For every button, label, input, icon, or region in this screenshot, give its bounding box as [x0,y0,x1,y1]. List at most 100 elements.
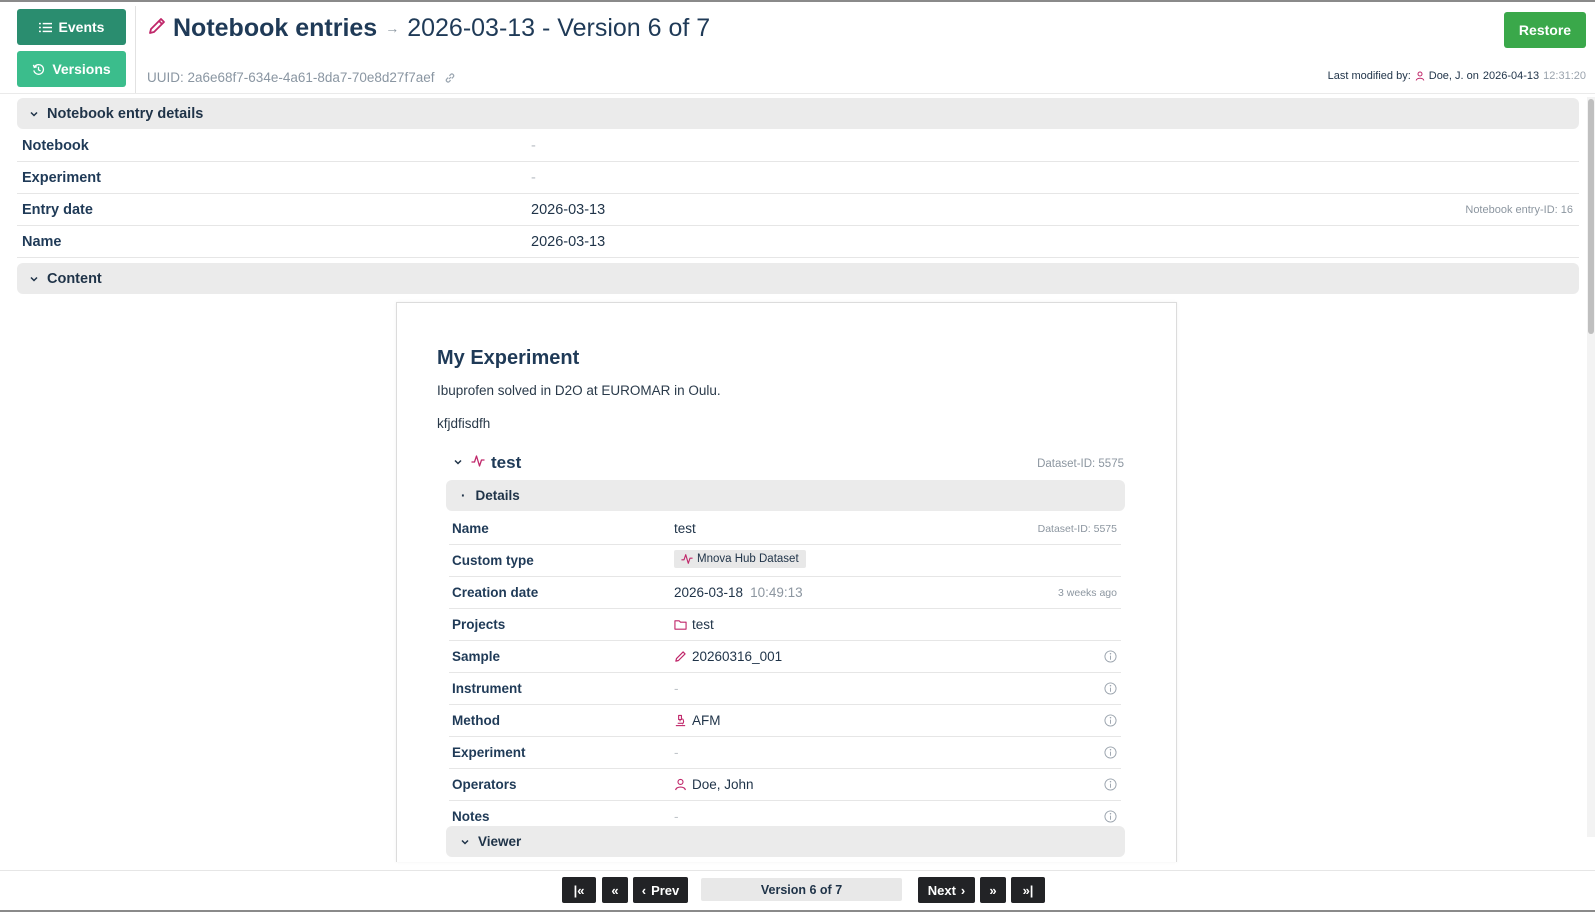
events-button[interactable]: Events [17,9,126,45]
dataset-row-value: 2026-03-18 10:49:13 [674,585,803,600]
detail-value: - [531,138,536,154]
breadcrumb-arrow-icon: → [385,20,400,36]
pencil-icon [147,16,167,41]
content-heading: My Experiment [437,347,580,369]
operator-link[interactable]: Doe, John [692,777,754,792]
creation-time: 10:49:13 [750,585,803,600]
dataset-row-custom-type: Custom type Mnova Hub Dataset [449,545,1121,577]
versions-button[interactable]: Versions [17,51,126,87]
details-section-title: Notebook entry details [47,105,204,122]
last-page-button[interactable]: »| [1011,877,1045,903]
info-icon[interactable] [1104,682,1117,695]
forward-button[interactable]: » [980,877,1006,903]
dataset-row-method: Method AFM [449,705,1121,737]
dataset-row-value: - [674,809,679,824]
double-chevron-right-icon: » [989,882,997,898]
detail-row-experiment: Experiment - [17,162,1579,194]
module-link[interactable]: Notebook entries [173,14,377,43]
dataset-pulse-icon [471,454,485,473]
content-paragraph: Ibuprofen solved in D2O at EUROMAR in Ou… [437,383,721,398]
dataset-row-key: Custom type [452,553,534,568]
dataset-row-aside: Dataset-ID: 5575 [1037,523,1117,535]
dataset-row-projects: Projects test [449,609,1121,641]
back-button[interactable]: « [602,877,628,903]
dataset-row-value[interactable]: test [674,617,714,632]
dataset-details-header[interactable]: · Details [446,480,1125,511]
custom-type-label: Mnova Hub Dataset [697,553,799,565]
detail-key: Notebook [22,138,89,154]
content-section-title: Content [47,270,102,287]
header-separator [0,93,1595,94]
dataset-header[interactable]: test [453,453,521,473]
scrollbar-thumb[interactable] [1588,99,1594,334]
dataset-row-key: Instrument [452,681,522,696]
header-divider [135,6,136,94]
last-modified-user[interactable]: Doe, J. on [1429,70,1479,82]
dataset-details-title: Details [475,488,520,503]
dataset-row-value: Mnova Hub Dataset [674,550,806,568]
dataset-row-operators: Operators Doe, John [449,769,1121,801]
record-title: 2026-03-13 - Version 6 of 7 [407,13,711,42]
link-icon[interactable] [444,72,456,84]
dataset-row-key: Experiment [452,745,526,760]
last-page-icon: »| [1022,882,1034,898]
content-card: My Experiment Ibuprofen solved in D2O at… [396,302,1177,862]
info-icon[interactable] [1104,650,1117,663]
page-title: Notebook entries → 2026-03-13 - Version … [147,12,710,44]
dataset-row-instrument: Instrument - [449,673,1121,705]
dataset-name[interactable]: test [491,453,521,473]
dataset-pulse-icon [681,554,693,564]
detail-key: Experiment [22,170,101,186]
dataset-row-key: Operators [452,777,517,792]
dataset-row-sample: Sample 20260316_001 [449,641,1121,673]
creation-date: 2026-03-18 [674,585,744,600]
details-section-header[interactable]: Notebook entry details [17,98,1579,129]
next-button[interactable]: Next › [918,877,975,903]
content-section-header[interactable]: Content [17,263,1579,294]
chevron-down-icon [461,839,469,845]
method-link[interactable]: AFM [692,713,721,728]
dataset-row-key: Sample [452,649,501,664]
prev-button[interactable]: ‹ Prev [633,877,688,903]
dataset-row-value[interactable]: Doe, John [674,777,754,792]
page-scrollbar[interactable] [1587,97,1595,837]
info-icon[interactable] [1104,746,1117,759]
detail-value: 2026-03-13 [531,202,606,218]
detail-key: Name [22,234,62,250]
info-icon[interactable] [1104,778,1117,791]
detail-key: Entry date [22,202,93,218]
project-link[interactable]: test [692,617,714,632]
dataset-row-key: Notes [452,809,490,824]
dataset-row-key: Projects [452,617,506,632]
restore-button[interactable]: Restore [1504,12,1586,48]
last-modified-time: 12:31:20 [1543,70,1586,82]
first-page-button[interactable]: |« [562,877,596,903]
content-paragraph: kfjdfisdfh [437,416,491,431]
chevron-left-icon: ‹ [641,882,647,898]
viewer-section-header[interactable]: Viewer [446,826,1125,857]
dataset-id: Dataset-ID: 5575 [1037,458,1124,470]
last-modified-prefix: Last modified by: [1327,70,1411,82]
folder-icon [674,620,687,630]
double-chevron-left-icon: « [611,882,619,898]
sample-link[interactable]: 20260316_001 [692,649,782,664]
version-indicator: Version 6 of 7 [701,878,902,901]
chevron-down-icon [30,276,38,282]
dataset-row-value[interactable]: 20260316_001 [674,649,782,664]
custom-type-badge: Mnova Hub Dataset [674,550,806,568]
chevron-down-icon[interactable] [453,454,463,472]
dataset-row-value[interactable]: AFM [674,713,721,728]
next-label: Next [927,882,956,898]
user-icon [675,778,686,791]
dataset-row-experiment: Experiment - [449,737,1121,769]
info-icon[interactable] [1104,714,1117,727]
dataset-row-aside: 3 weeks ago [1058,587,1117,599]
last-modified: Last modified by: Doe, J. on 2026-04-13 … [1328,70,1586,82]
pencil-icon [675,651,686,662]
list-icon [38,22,52,32]
chevron-right-icon: › [960,882,966,898]
uuid-text: UUID: 2a6e68f7-634e-4a61-8da7-70e8d27f7a… [147,70,435,85]
dot-icon: · [461,488,466,503]
microscope-icon [675,714,686,727]
info-icon[interactable] [1104,810,1117,823]
